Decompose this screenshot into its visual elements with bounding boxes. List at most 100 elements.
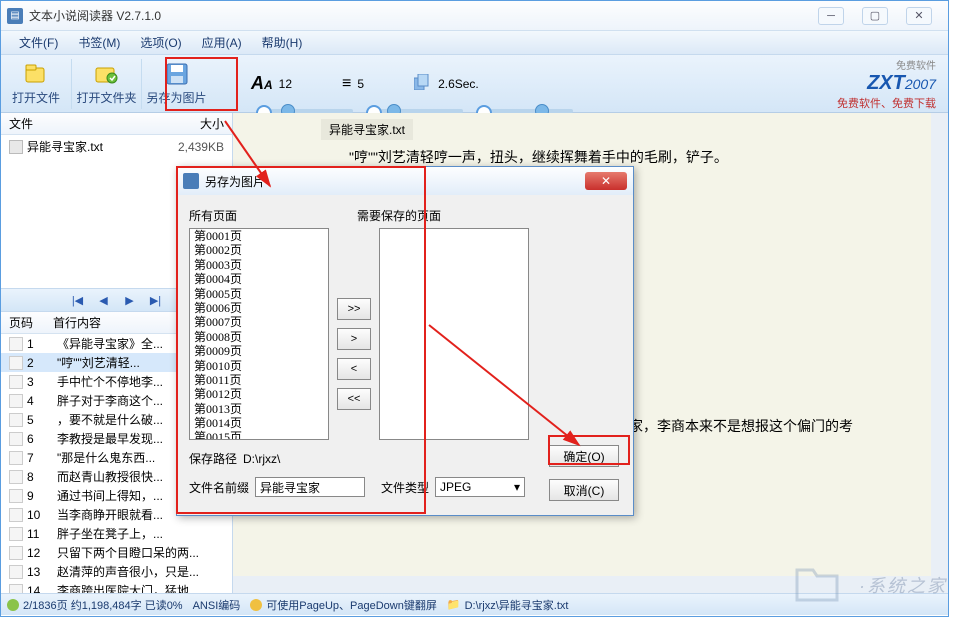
menu-help[interactable]: 帮助(H)	[252, 31, 313, 54]
page-item[interactable]: 第0001页	[190, 229, 328, 243]
status-pages: 2/1836页 约1,198,484字 已读0%	[23, 597, 183, 613]
menu-bookmark[interactable]: 书签(M)	[68, 31, 130, 54]
maximize-button[interactable]: ▢	[862, 7, 888, 25]
save-as-image-dialog: 另存为图片 ✕ 所有页面 需要保存的页面 第0001页第0002页第0003页第…	[176, 166, 634, 516]
move-all-right-button[interactable]: >>	[337, 298, 371, 320]
status-icon	[7, 599, 19, 611]
menu-app[interactable]: 应用(A)	[192, 31, 252, 54]
page-item[interactable]: 第0008页	[190, 330, 328, 344]
chapter-row[interactable]: 11胖子坐在凳子上，...	[1, 524, 232, 543]
open-folder-label: 打开文件夹	[76, 89, 136, 106]
delay-control: 2.6Sec.	[414, 74, 479, 93]
logo-subtitle: 免费软件、免费下载	[837, 95, 936, 111]
all-pages-label: 所有页面	[189, 207, 357, 224]
line-spacing-control: ≡ 5	[342, 75, 364, 93]
move-right-button[interactable]: >	[337, 328, 371, 350]
page-item[interactable]: 第0015页	[190, 430, 328, 440]
line-spacing-icon: ≡	[342, 75, 351, 93]
nav-next-button[interactable]: ▶	[121, 292, 139, 308]
file-icon	[22, 61, 50, 87]
watermark-text: ·系统之家	[859, 572, 947, 598]
open-folder-button[interactable]: 打开文件夹	[71, 59, 141, 109]
open-file-button[interactable]: 打开文件	[1, 59, 71, 109]
status-path: D:\rjxz\异能寻宝家.txt	[465, 597, 569, 613]
page-icon	[9, 489, 23, 503]
dialog-close-button[interactable]: ✕	[585, 172, 627, 190]
page-item[interactable]: 第0007页	[190, 315, 328, 329]
chapter-text: ，要不就是什么破...	[57, 411, 163, 428]
dialog-body: 所有页面 需要保存的页面 第0001页第0002页第0003页第0004页第00…	[177, 195, 633, 509]
file-row[interactable]: 异能寻宝家.txt 2,439KB	[1, 135, 232, 158]
close-button[interactable]: ✕	[906, 7, 932, 25]
font-size-control: AA 12	[251, 73, 292, 94]
chapter-row[interactable]: 12只留下两个目瞪口呆的两...	[1, 543, 232, 562]
chapter-text: 而赵青山教授很快...	[57, 468, 163, 485]
chapter-text: 《异能寻宝家》全...	[57, 335, 163, 352]
chapter-header-page: 页码	[9, 314, 53, 331]
page-item[interactable]: 第0009页	[190, 344, 328, 358]
chapter-num: 9	[27, 489, 57, 503]
file-type-select[interactable]: JPEG▾	[435, 477, 525, 497]
nav-first-button[interactable]: |◀	[69, 292, 87, 308]
page-item[interactable]: 第0011页	[190, 373, 328, 387]
page-icon	[9, 394, 23, 408]
nav-prev-button[interactable]: ◀	[95, 292, 113, 308]
minimize-button[interactable]: ─	[818, 7, 844, 25]
chapter-row[interactable]: 13赵清萍的声音很小，只是...	[1, 562, 232, 581]
cancel-button[interactable]: 取消(C)	[549, 479, 619, 501]
chapter-text: 通过书间上得知，...	[57, 487, 163, 504]
page-item[interactable]: 第0014页	[190, 416, 328, 430]
page-item[interactable]: 第0005页	[190, 287, 328, 301]
dialog-title: 另存为图片	[205, 173, 585, 190]
pages-icon	[414, 74, 432, 93]
menu-file[interactable]: 文件(F)	[9, 31, 68, 54]
chapter-row[interactable]: 14李商跨出医院大门，猛地...	[1, 581, 232, 593]
window-title: 文本小说阅读器 V2.7.1.0	[29, 7, 818, 24]
vertical-scrollbar[interactable]	[931, 113, 948, 593]
toolbar: 打开文件 打开文件夹 另存为图片 AA 12 ≡ 5 2.6Sec. 免	[1, 55, 948, 113]
chapter-num: 7	[27, 451, 57, 465]
page-item[interactable]: 第0012页	[190, 387, 328, 401]
chapter-text: 李商跨出医院大门，猛地...	[57, 582, 199, 593]
page-item[interactable]: 第0002页	[190, 243, 328, 257]
page-icon	[9, 565, 23, 579]
chapter-num: 11	[27, 527, 57, 541]
page-icon	[9, 375, 23, 389]
dialog-icon	[183, 173, 199, 189]
chapter-num: 8	[27, 470, 57, 484]
move-left-button[interactable]: <	[337, 358, 371, 380]
selected-pages-list[interactable]	[379, 228, 529, 440]
logo-year: 2007	[905, 76, 936, 92]
chapter-header-content: 首行内容	[53, 314, 101, 331]
page-icon	[9, 527, 23, 541]
folder-icon	[93, 61, 121, 87]
font-size-icon: AA	[251, 73, 273, 94]
file-header-name: 文件	[9, 115, 200, 132]
page-item[interactable]: 第0013页	[190, 402, 328, 416]
file-size: 2,439KB	[178, 140, 224, 154]
ok-button[interactable]: 确定(O)	[549, 445, 619, 467]
chapter-num: 2	[27, 356, 57, 370]
file-header-size: 大小	[200, 115, 224, 132]
logo-text: ZXT	[867, 72, 905, 94]
dialog-titlebar: 另存为图片 ✕	[177, 167, 633, 195]
menu-options[interactable]: 选项(O)	[130, 31, 191, 54]
chapter-text: "哼""刘艺清轻...	[57, 354, 140, 371]
page-item[interactable]: 第0004页	[190, 272, 328, 286]
save-as-image-button[interactable]: 另存为图片	[141, 59, 211, 109]
chapter-num: 3	[27, 375, 57, 389]
page-item[interactable]: 第0006页	[190, 301, 328, 315]
filename-prefix-input[interactable]	[255, 477, 365, 497]
all-pages-list[interactable]: 第0001页第0002页第0003页第0004页第0005页第0006页第000…	[189, 228, 329, 440]
chapter-num: 4	[27, 394, 57, 408]
document-tab[interactable]: 异能寻宝家.txt	[321, 119, 413, 140]
page-icon	[9, 356, 23, 370]
menubar: 文件(F) 书签(M) 选项(O) 应用(A) 帮助(H)	[1, 31, 948, 55]
chapter-text: 当李商睁开眼就看...	[57, 506, 163, 523]
move-all-left-button[interactable]: <<	[337, 388, 371, 410]
toolbar-right: 免费软件 ZXT2007 免费软件、免费下载	[837, 57, 936, 111]
nav-last-button[interactable]: ▶|	[147, 292, 165, 308]
watermark-icon	[793, 564, 841, 604]
page-item[interactable]: 第0003页	[190, 258, 328, 272]
page-item[interactable]: 第0010页	[190, 359, 328, 373]
